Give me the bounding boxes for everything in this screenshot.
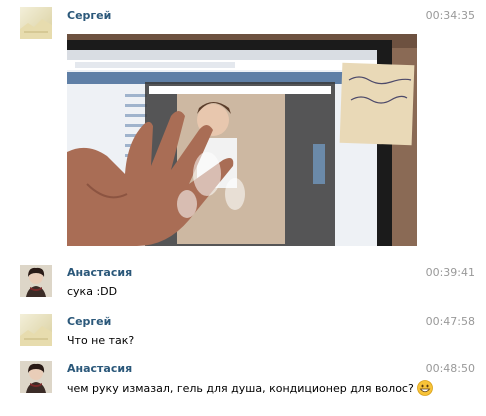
anastasia-avatar-image bbox=[20, 265, 52, 297]
message-time: 00:34:35 bbox=[425, 9, 475, 22]
avatar[interactable] bbox=[20, 7, 52, 39]
message-1: Сергей 00:34:35 bbox=[0, 0, 486, 250]
photo-image bbox=[67, 34, 417, 246]
sergey-avatar-image bbox=[20, 314, 52, 346]
author-name[interactable]: Сергей bbox=[67, 9, 111, 22]
grinning-emoji-icon bbox=[416, 380, 433, 396]
anastasia-avatar-image bbox=[20, 361, 52, 393]
avatar[interactable] bbox=[20, 361, 52, 393]
author-name[interactable]: Анастасия bbox=[67, 362, 132, 375]
message-text-line: чем руку измазал, гель для душа, кондици… bbox=[67, 380, 433, 396]
message-3: Сергей 00:47:58 Что не так? bbox=[0, 311, 486, 351]
attached-photo[interactable] bbox=[67, 34, 417, 246]
avatar[interactable] bbox=[20, 265, 52, 297]
message-2: Анастасия 00:39:41 сука :DD bbox=[0, 262, 486, 302]
message-time: 00:39:41 bbox=[425, 266, 475, 279]
author-name[interactable]: Сергей bbox=[67, 315, 111, 328]
message-time: 00:47:58 bbox=[425, 315, 475, 328]
message-text: чем руку измазал, гель для душа, кондици… bbox=[67, 382, 414, 395]
message-text: Что не так? bbox=[67, 334, 135, 347]
message-4: Анастасия 00:48:50 чем руку измазал, гел… bbox=[0, 358, 486, 408]
sergey-avatar-image bbox=[20, 7, 52, 39]
message-time: 00:48:50 bbox=[425, 362, 475, 375]
author-name[interactable]: Анастасия bbox=[67, 266, 132, 279]
message-text: сука :DD bbox=[67, 285, 118, 298]
avatar[interactable] bbox=[20, 314, 52, 346]
